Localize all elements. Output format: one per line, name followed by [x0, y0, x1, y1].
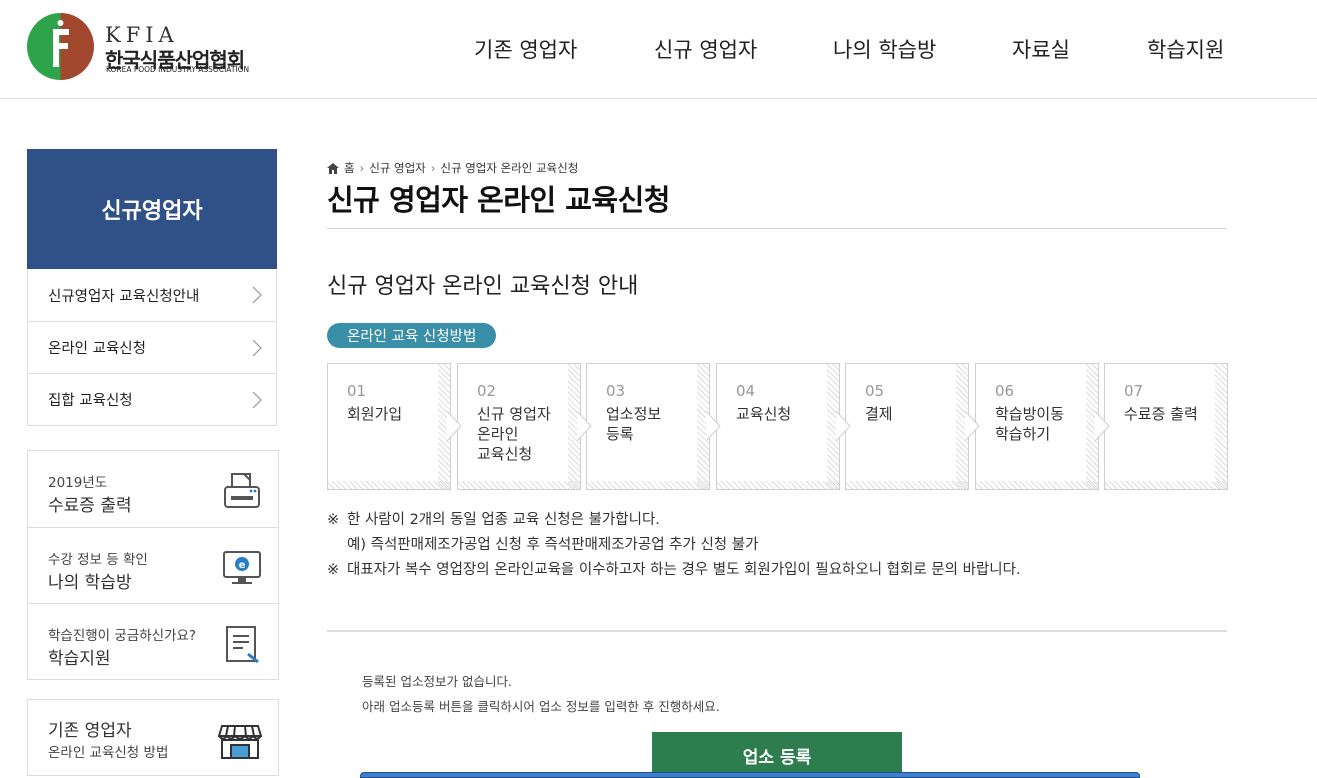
- global-nav: 기존 영업자 신규 영업자 나의 학습방 자료실 학습지원: [0, 34, 1317, 64]
- quick-link-small: 학습진행이 궁금하신가요?: [48, 628, 197, 644]
- quick-link-large: 수료증 출력: [48, 496, 132, 516]
- steps-row: 01 회원가입 02 신규 영업자 온라인 교육신청 03 업소정보 등록 04…: [327, 363, 1228, 490]
- step-arrow-icon: [576, 411, 592, 441]
- sidebar-item-label: 집합 교육신청: [48, 393, 133, 409]
- printer-icon: [224, 473, 260, 508]
- quick-link-small: 2019년도: [48, 475, 108, 491]
- step-label: 교육신청: [736, 405, 792, 423]
- section-title: 신규 영업자 온라인 교육신청 안내: [327, 274, 639, 299]
- sidebar-item-group-apply[interactable]: 집합 교육신청: [28, 373, 276, 425]
- notice-list: ※ 한 사람이 2개의 동일 업종 교육 신청은 불가합니다. 예) 즉석판매제…: [327, 508, 1021, 583]
- step-label: 수료증 출력: [1124, 405, 1198, 423]
- step-card: 02 신규 영업자 온라인 교육신청: [457, 363, 581, 490]
- quick-links: 2019년도 수료증 출력 수강 정보 등 확인 나의 학습방 e 학습진행이 …: [27, 450, 279, 680]
- step-number: 01: [347, 382, 367, 400]
- notice-item: ※ 대표자가 복수 영업장의 온라인교육을 이수하고자 하는 경우 별도 회원가…: [327, 558, 1021, 583]
- chevron-right-icon: [252, 391, 262, 409]
- step-card: 04 교육신청: [716, 363, 840, 490]
- breadcrumb-home[interactable]: 홈: [344, 160, 355, 176]
- breadcrumb-new-business[interactable]: 신규 영업자: [369, 160, 426, 176]
- step-label: 학습방이동 학습하기: [995, 405, 1065, 443]
- notice-example: 예) 즉석판매제조가공업 신청 후 즉석판매제조가공업 추가 신청 불가: [347, 537, 759, 553]
- notice-mark: ※: [327, 512, 340, 528]
- step-label: 회원가입: [347, 405, 403, 423]
- nav-archive[interactable]: 자료실: [1012, 34, 1070, 64]
- step-number: 03: [606, 382, 626, 400]
- document-icon: [226, 626, 259, 664]
- quick-link-learning-support[interactable]: 학습진행이 궁금하신가요? 학습지원: [28, 603, 278, 679]
- svg-text:e: e: [239, 560, 246, 571]
- sidebar-title: 신규영업자: [27, 149, 277, 269]
- breadcrumb-separator-icon: ›: [430, 161, 436, 175]
- notice-item: ※ 한 사람이 2개의 동일 업종 교육 신청은 불가합니다.: [327, 508, 1021, 533]
- step-number: 02: [477, 382, 497, 400]
- section-divider: [327, 630, 1227, 632]
- nav-existing-business[interactable]: 기존 영업자: [474, 34, 577, 64]
- step-arrow-icon: [964, 411, 980, 441]
- nav-new-business[interactable]: 신규 영업자: [654, 34, 757, 64]
- existing-business-small: 온라인 교육신청 방법: [48, 745, 169, 761]
- breadcrumb-current: 신규 영업자 온라인 교육신청: [440, 161, 579, 175]
- step-card: 07 수료증 출력: [1104, 363, 1228, 490]
- step-arrow-icon: [835, 411, 851, 441]
- step-number: 04: [736, 382, 756, 400]
- existing-business-link[interactable]: 기존 영업자 온라인 교육신청 방법: [27, 699, 279, 776]
- step-label: 결제: [865, 405, 893, 423]
- method-badge: 온라인 교육 신청방법: [327, 323, 497, 348]
- breadcrumb-separator-icon: ›: [359, 161, 365, 175]
- notice-text: 한 사람이 2개의 동일 업종 교육 신청은 불가합니다.: [347, 512, 660, 528]
- store-icon: [218, 725, 262, 759]
- register-instruction: 아래 업소등록 버튼을 클릭하시어 업소 정보를 입력한 후 진행하세요.: [362, 699, 720, 714]
- monitor-icon: e: [223, 551, 261, 584]
- sidebar-item-label: 신규영업자 교육신청안내: [48, 288, 200, 305]
- step-label: 신규 영업자 온라인 교육신청: [477, 405, 551, 463]
- home-icon[interactable]: [327, 162, 339, 174]
- quick-link-large: 학습지원: [48, 649, 111, 669]
- step-card: 01 회원가입: [327, 363, 451, 490]
- existing-business-large: 기존 영업자: [48, 721, 132, 741]
- no-business-message: 등록된 업소정보가 없습니다.: [362, 674, 512, 689]
- step-number: 06: [995, 382, 1015, 400]
- sidebar-item-online-apply[interactable]: 온라인 교육신청: [28, 321, 276, 373]
- step-card: 03 업소정보 등록: [586, 363, 710, 490]
- step-card: 05 결제: [845, 363, 969, 490]
- quick-link-small: 수강 정보 등 확인: [48, 552, 148, 568]
- page-title: 신규 영업자 온라인 교육신청: [327, 183, 670, 217]
- quick-link-certificate[interactable]: 2019년도 수료증 출력: [28, 451, 278, 527]
- logo-subtitle: KOREA FOOD INDUSTRY ASSOCIATION: [106, 65, 250, 74]
- nav-learning-support[interactable]: 학습지원: [1147, 34, 1224, 64]
- step-arrow-icon: [705, 411, 721, 441]
- quick-link-large: 나의 학습방: [48, 573, 132, 593]
- site-header: KFIA 한국식품산업협회 KOREA FOOD INDUSTRY ASSOCI…: [0, 0, 1317, 99]
- title-divider: [327, 228, 1227, 229]
- breadcrumb: 홈 › 신규 영업자 › 신규 영업자 온라인 교육신청: [327, 160, 578, 176]
- sidebar-item-apply-guide[interactable]: 신규영업자 교육신청안내: [28, 269, 276, 321]
- form-panel-edge: [360, 772, 1140, 778]
- step-number: 07: [1124, 382, 1144, 400]
- notice-text: 대표자가 복수 영업장의 온라인교육을 이수하고자 하는 경우 별도 회원가입이…: [347, 562, 1021, 578]
- nav-my-study-room[interactable]: 나의 학습방: [833, 34, 936, 64]
- quick-link-my-study-room[interactable]: 수강 정보 등 확인 나의 학습방 e: [28, 527, 278, 603]
- step-number: 05: [865, 382, 885, 400]
- chevron-right-icon: [252, 339, 262, 357]
- sidebar-item-label: 온라인 교육신청: [48, 341, 146, 357]
- step-card: 06 학습방이동 학습하기: [975, 363, 1099, 490]
- step-label: 업소정보 등록: [606, 405, 662, 443]
- sidebar-menu: 신규영업자 교육신청안내 온라인 교육신청 집합 교육신청: [27, 269, 277, 426]
- step-arrow-icon: [1094, 411, 1110, 441]
- step-arrow-icon: [446, 411, 462, 441]
- chevron-right-icon: [252, 286, 262, 304]
- notice-mark: ※: [327, 562, 340, 578]
